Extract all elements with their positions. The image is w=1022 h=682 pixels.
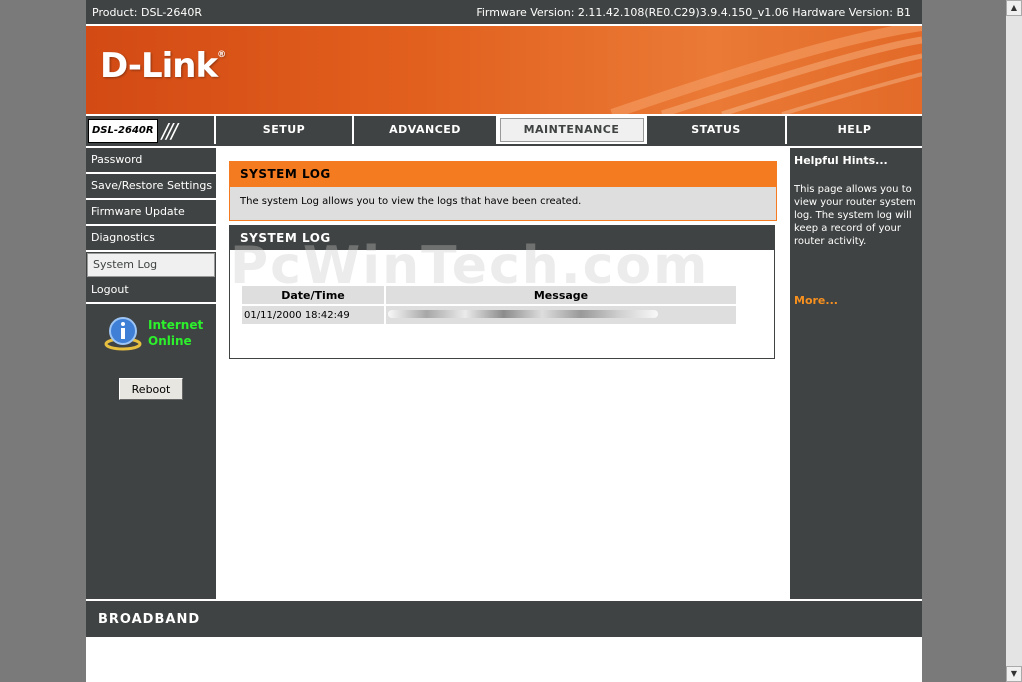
firmware-label: Firmware Version: 2.11.42.108(RE0.C29)3.… — [476, 5, 911, 19]
table-header-row: Date/Time Message — [242, 286, 736, 304]
tab-setup[interactable]: SETUP — [214, 116, 352, 144]
reboot-button[interactable]: Reboot — [119, 378, 183, 400]
footer-brand: BROADBAND — [98, 612, 201, 627]
table-row: 01/11/2000 18:42:49 — [242, 306, 736, 324]
redacted-message — [388, 309, 658, 318]
sidebar-item-save-restore[interactable]: Save/Restore Settings — [86, 174, 216, 200]
dlink-banner: D-Link® — [86, 26, 922, 114]
scroll-down-icon[interactable]: ▼ — [1006, 666, 1022, 682]
main-nav: DSL-2640R /// SETUP ADVANCED MAINTENANCE… — [86, 114, 922, 148]
hints-title: Helpful Hints... — [794, 154, 888, 167]
dlink-logo: D-Link® — [100, 46, 226, 86]
column-header-datetime: Date/Time — [242, 286, 384, 304]
sidebar-item-diagnostics[interactable]: Diagnostics — [86, 226, 216, 252]
sidebar-item-logout[interactable]: Logout — [86, 278, 216, 304]
internet-status-line1: Internet — [148, 318, 204, 332]
tab-help[interactable]: HELP — [785, 116, 922, 144]
footer-bar: BROADBAND — [86, 599, 922, 637]
intro-text: The system Log allows you to view the lo… — [240, 196, 582, 207]
info-globe-icon — [104, 317, 142, 351]
system-log-title: SYSTEM LOG — [230, 226, 774, 250]
model-badge: DSL-2640R /// — [88, 117, 214, 145]
model-label: DSL-2640R — [88, 119, 158, 143]
sidebar: Password Save/Restore Settings Firmware … — [86, 148, 216, 599]
router-page: Product: DSL-2640R Firmware Version: 2.1… — [86, 0, 922, 682]
top-info-bar: Product: DSL-2640R Firmware Version: 2.1… — [86, 0, 922, 26]
sidebar-item-password[interactable]: Password — [86, 148, 216, 174]
model-slash-decoration: /// — [161, 119, 178, 143]
more-link[interactable]: More... — [794, 294, 918, 307]
log-datetime-cell: 01/11/2000 18:42:49 — [242, 306, 384, 324]
column-header-message: Message — [386, 286, 736, 304]
sidebar-item-system-log[interactable]: System Log — [87, 253, 215, 277]
product-label: Product: DSL-2640R — [92, 5, 202, 19]
intro-box: SYSTEM LOG The system Log allows you to … — [229, 161, 777, 221]
copyright-text: Copyright © 2007 D-Link System, Inc. — [399, 648, 609, 661]
scroll-up-icon[interactable]: ▲ — [1006, 0, 1022, 16]
banner-stripes-decoration — [610, 26, 922, 114]
system-log-box: SYSTEM LOG Date/Time Message 01/11/2000 … — [229, 225, 775, 359]
sidebar-item-firmware-update[interactable]: Firmware Update — [86, 200, 216, 226]
log-message-cell — [386, 306, 736, 324]
intro-title: SYSTEM LOG — [230, 162, 776, 187]
tab-maintenance[interactable]: MAINTENANCE — [496, 116, 645, 144]
log-table: Date/Time Message 01/11/2000 18:42:49 — [240, 284, 738, 326]
tab-advanced[interactable]: ADVANCED — [352, 116, 496, 144]
internet-status: Internet Online — [104, 314, 216, 352]
helpful-hints-panel: Helpful Hints... This page allows you to… — [788, 148, 922, 599]
tab-status[interactable]: STATUS — [645, 116, 785, 144]
main-content: SYSTEM LOG The system Log allows you to … — [216, 148, 788, 599]
scrollbar[interactable]: ▲ ▼ — [1006, 0, 1022, 682]
hints-text: This page allows you to view your router… — [794, 184, 916, 247]
internet-status-line2: Online — [148, 334, 192, 348]
